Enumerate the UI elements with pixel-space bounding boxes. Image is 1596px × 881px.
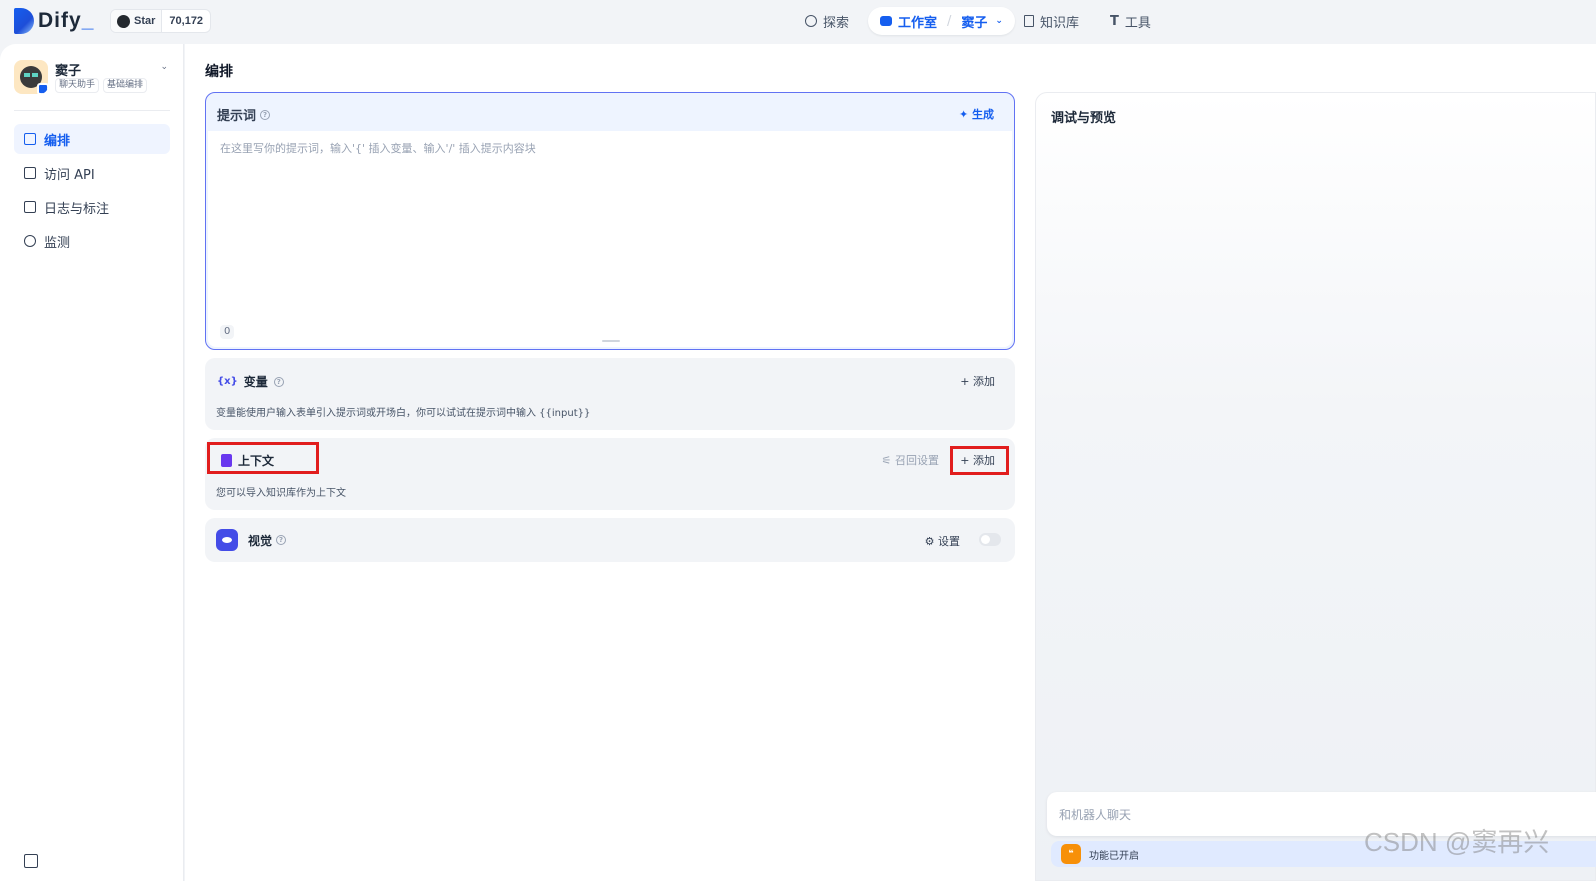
star-label: Star (134, 15, 156, 27)
app-name: 窦子 (55, 64, 82, 79)
app-type-tag: 聊天助手 (55, 78, 100, 93)
context-panel: 上下文 ⚟ 召回设置 + 添加 您可以导入知识库作为上下文 (205, 438, 1015, 510)
nav-knowledge-label: 知识库 (1040, 15, 1080, 31)
app-switcher[interactable]: 窦子 聊天助手 基础编排 ⌄ (14, 58, 172, 106)
add-variable-button[interactable]: + 添加 (960, 373, 995, 389)
book-icon (1024, 15, 1034, 27)
terminal-icon (24, 167, 36, 179)
sidebar-item-orchestrate[interactable]: 编排 (14, 124, 170, 154)
vision-title: 视觉 (248, 533, 273, 548)
chevron-down-icon: ⌄ (160, 62, 168, 72)
file-list-icon (24, 201, 36, 213)
vision-settings-button[interactable]: ⚙ 设置 (925, 533, 960, 549)
debug-preview-panel: 调试与预览 和机器人聊天 ❝ 功能已开启 (1035, 92, 1596, 881)
app-avatar (14, 60, 48, 94)
sidebar-menu: 编排 访问 API 日志与标注 监测 (14, 124, 170, 260)
sidebar-item-api[interactable]: 访问 API (14, 158, 170, 188)
nav-explore-label: 探索 (823, 15, 850, 31)
recall-settings-label: 召回设置 (895, 454, 939, 467)
chat-badge-icon (37, 83, 48, 94)
tool-icon: T (1110, 13, 1119, 29)
features-icon: ❝ (1061, 844, 1081, 864)
robot-icon (880, 16, 892, 26)
chevron-down-icon: ⌄ (995, 16, 1003, 26)
nav-tools[interactable]: T 工具 (1110, 7, 1151, 35)
settings-label: 设置 (938, 535, 960, 548)
highlight-box-context-title (207, 442, 319, 474)
dify-logo-icon (14, 8, 34, 34)
sidebar-item-logs[interactable]: 日志与标注 (14, 192, 170, 222)
nav-explore[interactable]: 探索 (805, 7, 849, 35)
github-icon (117, 14, 130, 28)
help-icon[interactable]: ? (273, 376, 284, 387)
sidebar-collapse-icon[interactable] (24, 854, 38, 868)
nav-knowledge[interactable]: 知识库 (1024, 7, 1079, 35)
divider (14, 110, 170, 111)
compass-icon (805, 15, 817, 27)
top-bar: Dify_ Star 70,172 探索 工作室 / 窦子 ⌄ 知识库 T 工具 (0, 0, 1596, 44)
sidebar-item-label: 访问 API (44, 167, 95, 183)
variables-title: 变量 (243, 375, 268, 389)
recall-settings-button[interactable]: ⚟ 召回设置 (882, 452, 939, 468)
brand-name: Dify (38, 9, 82, 32)
variables-panel: {x} 变量 ? + 添加 变量能使用户输入表单引入提示词或开场白，你可以试试在… (205, 358, 1015, 430)
vision-toggle[interactable] (979, 533, 1001, 546)
debug-title: 调试与预览 (1051, 111, 1117, 126)
app-mode-tag: 基础编排 (103, 78, 148, 93)
resize-handle[interactable] (602, 340, 620, 342)
star-count: 70,172 (169, 15, 204, 27)
highlight-box-add-button (950, 446, 1009, 475)
feature-status: 功能已开启 (1089, 850, 1139, 862)
sidebar-item-label: 监测 (44, 235, 71, 251)
sidebar-item-monitor[interactable]: 监测 (14, 226, 170, 256)
prompt-panel: 提示词 ? ✦ 生成 在这里写你的提示词，输入'{' 插入变量、输入'/' 插入… (205, 92, 1015, 350)
help-icon[interactable]: ? (260, 109, 271, 120)
generate-label: 生成 (972, 108, 994, 121)
sidebar-item-label: 日志与标注 (44, 201, 110, 217)
add-label: 添加 (973, 375, 995, 388)
dify-logo[interactable]: Dify_ (14, 8, 94, 34)
help-icon[interactable]: ? (276, 535, 287, 545)
brand-underscore: _ (81, 9, 95, 32)
nav-studio[interactable]: 工作室 / 窦子 ⌄ (868, 7, 1015, 35)
github-star-button[interactable]: Star 70,172 (110, 9, 212, 33)
chat-placeholder: 和机器人聊天 (1059, 808, 1132, 822)
eye-icon (216, 529, 238, 551)
prompt-placeholder: 在这里写你的提示词，输入'{' 插入变量、输入'/' 插入提示内容块 (220, 142, 536, 155)
current-app-selector[interactable]: 窦子 (961, 12, 987, 31)
nav-studio-label: 工作室 (898, 15, 938, 31)
nav-tools-label: 工具 (1124, 15, 1151, 31)
prompt-editor[interactable]: 在这里写你的提示词，输入'{' 插入变量、输入'/' 插入提示内容块 0 (208, 131, 1012, 347)
generate-button[interactable]: ✦ 生成 (959, 106, 994, 122)
sidebar-item-label: 编排 (44, 133, 71, 149)
variable-icon: {x} (217, 376, 238, 387)
page-title: 编排 (205, 64, 233, 80)
variables-description: 变量能使用户输入表单引入提示词或开场白，你可以试试在提示词中输入 {{input… (216, 408, 591, 419)
context-description: 您可以导入知识库作为上下文 (216, 488, 346, 499)
layout-icon (24, 133, 36, 145)
sidebar: 窦子 聊天助手 基础编排 ⌄ 编排 访问 API 日志与标注 监测 (0, 44, 184, 881)
watermark: CSDN @窦再兴 (1364, 827, 1550, 857)
prompt-title: 提示词 (217, 109, 257, 124)
char-count: 0 (220, 325, 235, 339)
main-content: 编排 提示词 ? ✦ 生成 在这里写你的提示词，输入'{' 插入变量、输入'/'… (185, 44, 1596, 881)
vision-panel: 视觉 ? ⚙ 设置 (205, 518, 1015, 562)
dashboard-icon (24, 235, 36, 247)
